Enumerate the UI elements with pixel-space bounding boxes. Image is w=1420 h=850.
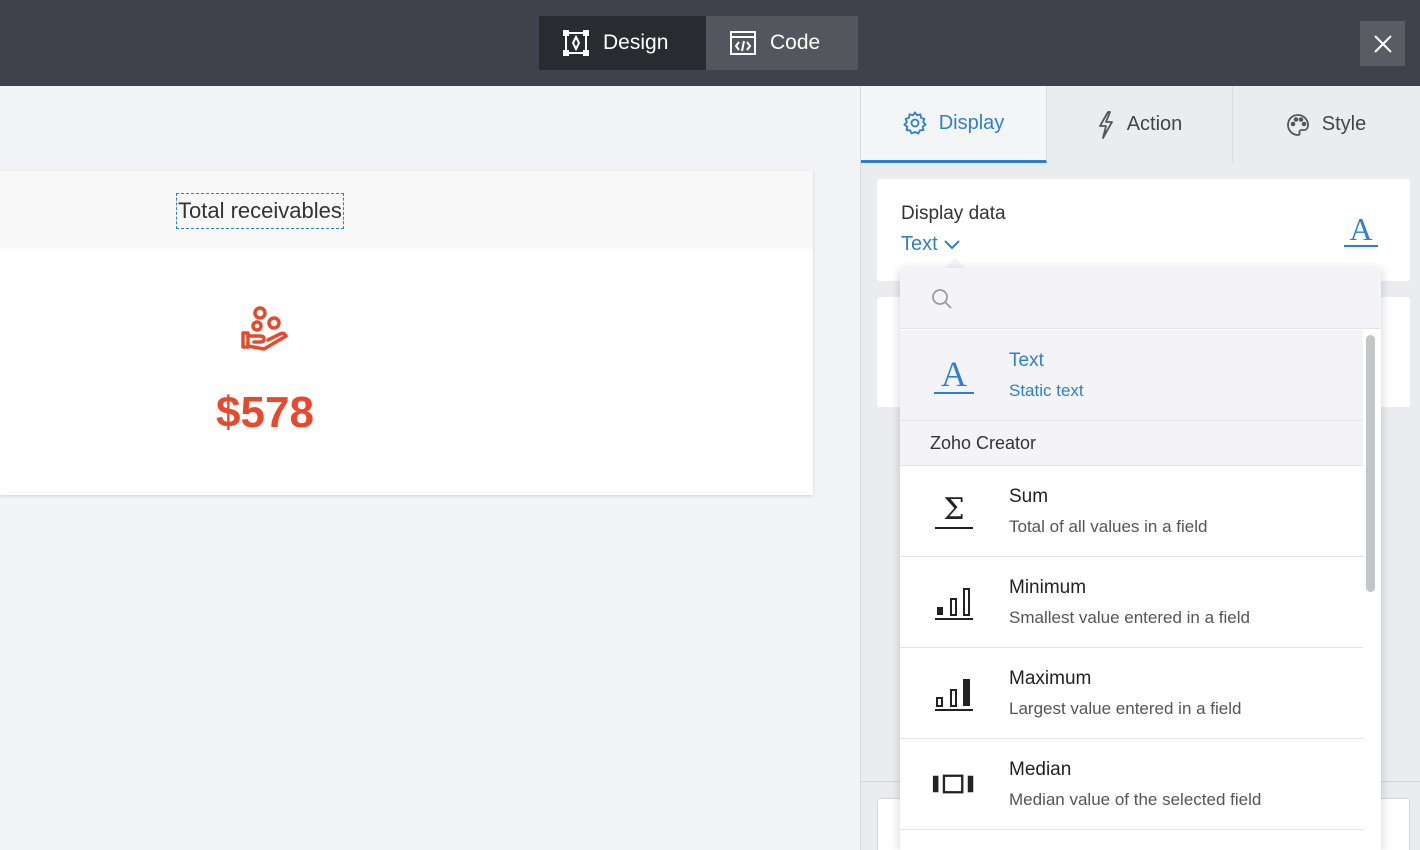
tab-design-label: Design [603,31,669,54]
tab-style[interactable]: Style [1233,86,1419,163]
chevron-down-icon [943,239,960,249]
tab-design[interactable]: Design [539,16,706,70]
canvas: Total receivables $578 [0,86,860,850]
group-label: Zoho Creator [900,421,1363,466]
lightning-icon [1098,110,1113,139]
display-data-label: Display data [901,203,1006,224]
option-desc: Static text [1009,381,1084,400]
option-minimum[interactable]: Minimum Smallest value entered in a fiel… [900,557,1363,648]
search-input[interactable] [960,282,1360,316]
option-name: Text [1009,350,1044,371]
display-data-dropdown: A Text Static text Zoho Creator Σ Sum To… [900,268,1381,850]
text-icon: A [932,350,976,400]
maximum-icon [932,668,976,718]
dropdown-scrollbar[interactable] [1366,335,1375,592]
design-icon [563,30,589,56]
card-title[interactable]: Total receivables [176,193,344,229]
svg-text:Σ: Σ [943,492,964,527]
tab-code[interactable]: Code [706,16,858,70]
code-icon [730,31,756,55]
tab-code-label: Code [770,31,821,54]
tab-action-label: Action [1126,113,1183,135]
close-icon [1373,34,1392,53]
palette-icon [1286,113,1309,136]
card-value: $578 [216,388,314,437]
text-format-icon[interactable]: A [1344,213,1378,247]
dropdown-search [900,268,1381,329]
option-desc: Median value of the selected field [1009,790,1262,809]
option-desc: Smallest value entered in a field [1009,608,1250,627]
display-data-select[interactable]: Text [901,233,960,256]
top-bar: Design Code [0,0,1420,86]
hand-coins-icon [238,306,290,359]
gear-icon [902,111,927,135]
dropdown-list: A Text Static text Zoho Creator Σ Sum To… [900,330,1363,830]
option-name: Maximum [1009,668,1092,689]
option-name: Sum [1009,486,1049,507]
option-desc: Total of all values in a field [1009,517,1208,536]
search-icon [932,289,952,309]
option-sum[interactable]: Σ Sum Total of all values in a field [900,466,1363,557]
mode-tabs: Design Code [539,16,858,70]
option-median[interactable]: Median Median value of the selected fiel… [900,739,1363,830]
tab-display[interactable]: Display [861,86,1047,163]
tab-style-label: Style [1321,113,1367,135]
option-maximum[interactable]: Maximum Largest value entered in a field [900,648,1363,739]
option-desc: Largest value entered in a field [1009,699,1242,718]
panel-tabs: Display Action Style [861,86,1420,163]
close-button[interactable] [1360,21,1405,66]
card-header: Total receivables [0,171,813,249]
median-icon [932,759,976,809]
tab-display-label: Display [938,111,1005,134]
tab-action[interactable]: Action [1047,86,1233,163]
minimum-icon [932,577,976,627]
sum-icon: Σ [932,486,976,536]
kpi-card[interactable]: Total receivables $578 [0,171,813,495]
option-name: Median [1009,759,1072,780]
display-data-value: Text [901,233,938,255]
option-text[interactable]: A Text Static text [900,330,1363,421]
option-name: Minimum [1009,577,1087,598]
